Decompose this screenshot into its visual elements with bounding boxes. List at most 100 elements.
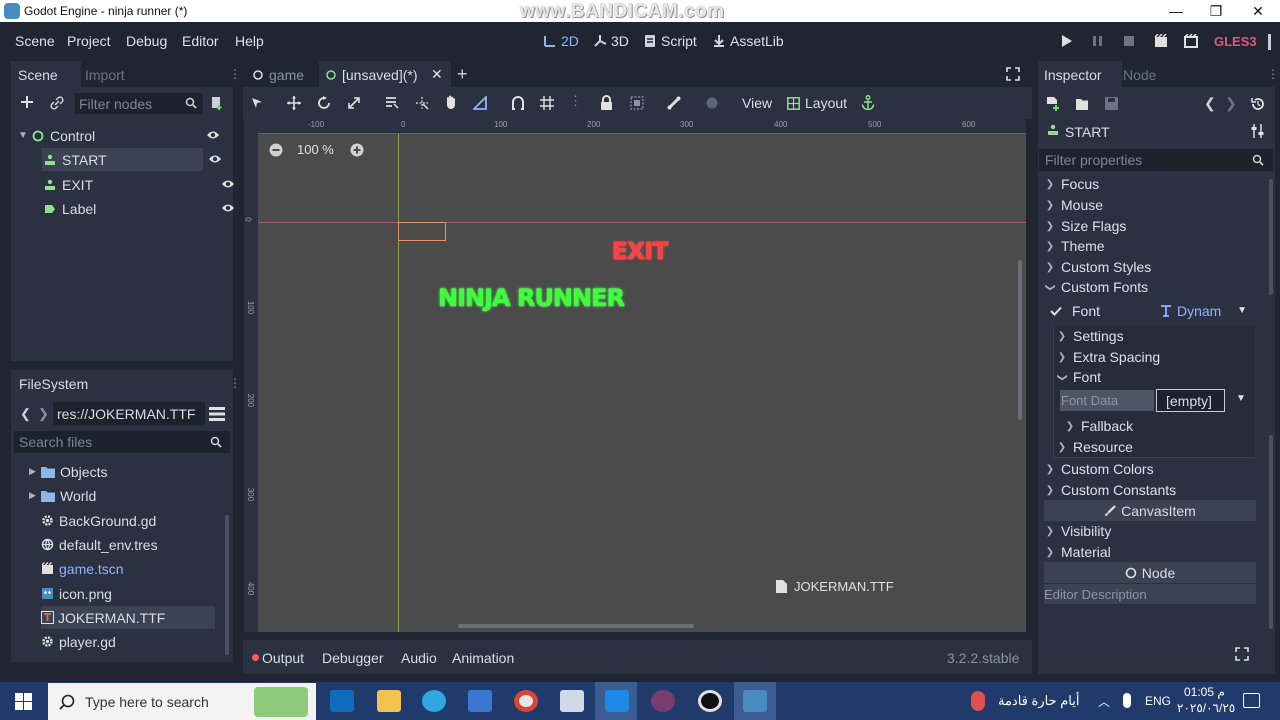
node-header[interactable]: Node bbox=[1044, 562, 1256, 583]
list-select-icon[interactable] bbox=[385, 96, 399, 110]
checkbox-checked-icon[interactable] bbox=[1050, 305, 1062, 317]
taskbar-search-box[interactable]: Type here to search bbox=[48, 683, 316, 720]
renderer-menu-icon[interactable] bbox=[1268, 34, 1271, 50]
fs-file-player-gd[interactable]: player.gd bbox=[41, 630, 243, 653]
rotate-tool-icon[interactable] bbox=[317, 96, 331, 110]
section-size-flags[interactable]: ❯ Size Flags bbox=[1044, 216, 1256, 236]
save-icon[interactable] bbox=[1105, 97, 1118, 110]
font-sub-font[interactable]: ❯ Font bbox=[1056, 367, 1252, 387]
visibility-eye-icon[interactable] bbox=[208, 153, 222, 165]
section-focus[interactable]: ❯ Focus bbox=[1044, 174, 1256, 194]
font-sub-extra-spacing[interactable]: ❯ Extra Spacing bbox=[1056, 347, 1252, 367]
clock-date[interactable]: ٢٠٢٥/٠٦/٢٥ bbox=[1177, 701, 1235, 715]
expand-icon[interactable]: ▶ bbox=[29, 490, 41, 501]
tree-node-label[interactable]: Label bbox=[42, 197, 238, 220]
section-custom-constants[interactable]: ❯ Custom Constants bbox=[1044, 480, 1256, 500]
start-button-selection[interactable] bbox=[398, 222, 446, 241]
tab-import[interactable]: Import bbox=[85, 67, 125, 83]
grid-snap-icon[interactable] bbox=[540, 96, 554, 110]
tray-chevron-icon[interactable]: ︿ bbox=[1098, 693, 1110, 710]
scale-tool-icon[interactable] bbox=[347, 96, 361, 110]
menu-editor[interactable]: Editor bbox=[182, 33, 219, 49]
clock-time[interactable]: 01:05 م bbox=[1184, 685, 1225, 699]
path-field[interactable]: res://JOKERMAN.TTF bbox=[53, 402, 205, 425]
file-explorer-icon[interactable] bbox=[377, 690, 401, 712]
snap-options-icon[interactable]: ⋮ bbox=[569, 93, 582, 109]
tree-node-exit[interactable]: EXIT bbox=[42, 173, 238, 196]
minimize-button[interactable]: — bbox=[1154, 0, 1198, 22]
pan-tool-icon[interactable] bbox=[444, 95, 458, 110]
play-custom-scene-icon[interactable] bbox=[1184, 34, 1202, 50]
history-icon[interactable] bbox=[1251, 97, 1265, 111]
script-attach-icon[interactable] bbox=[210, 96, 224, 110]
new-resource-icon[interactable] bbox=[1047, 97, 1060, 111]
open-folder-icon[interactable] bbox=[1076, 98, 1090, 110]
play-scene-icon[interactable] bbox=[1154, 34, 1172, 50]
dock-menu-icon[interactable]: ⋮ bbox=[1267, 67, 1279, 81]
add-tab-icon[interactable]: + bbox=[457, 64, 468, 85]
fs-file-background-gd[interactable]: BackGround.gd bbox=[41, 509, 243, 532]
close-tab-icon[interactable]: ✕ bbox=[431, 66, 443, 83]
section-custom-styles[interactable]: ❯ Custom Styles bbox=[1044, 257, 1256, 277]
tab-filesystem[interactable]: FileSystem bbox=[19, 376, 88, 392]
split-mode-icon[interactable] bbox=[209, 407, 225, 421]
fs-file-icon-png[interactable]: icon.png bbox=[41, 582, 243, 605]
move-tool-icon[interactable] bbox=[287, 96, 301, 110]
windows-start-icon[interactable] bbox=[15, 693, 32, 710]
search-files-input[interactable] bbox=[14, 431, 200, 453]
view-menu[interactable]: View bbox=[742, 95, 772, 111]
inspector-scrollbar[interactable] bbox=[1269, 179, 1273, 295]
weather-text[interactable]: أيام حارة قادمة bbox=[998, 693, 1079, 709]
layout-menu[interactable]: Layout bbox=[787, 95, 847, 111]
language-indicator[interactable]: ENG bbox=[1145, 694, 1171, 708]
link-icon[interactable] bbox=[50, 96, 64, 110]
notifications-icon[interactable] bbox=[1243, 693, 1260, 708]
menu-help[interactable]: Help bbox=[235, 33, 264, 49]
skeleton-options-icon[interactable] bbox=[705, 96, 719, 110]
workspace-script-button[interactable]: Script bbox=[643, 33, 697, 49]
renderer-label[interactable]: GLES3 bbox=[1214, 34, 1257, 49]
outlook-icon[interactable] bbox=[330, 690, 354, 712]
bandicam-app-icon[interactable] bbox=[605, 690, 629, 712]
section-material[interactable]: ❯ Material bbox=[1044, 542, 1256, 562]
select-tool-icon[interactable] bbox=[251, 97, 263, 109]
tab-scene[interactable]: Scene bbox=[18, 67, 58, 83]
add-node-icon[interactable] bbox=[20, 95, 34, 109]
expand-bottom-icon[interactable] bbox=[1235, 647, 1249, 661]
fs-folder-objects[interactable]: ▶ Objects bbox=[29, 460, 231, 483]
font-data-field[interactable]: [empty] bbox=[1156, 389, 1225, 412]
anchor-icon[interactable] bbox=[861, 95, 875, 110]
chrome-icon[interactable] bbox=[514, 690, 538, 712]
section-theme[interactable]: ❯ Theme bbox=[1044, 236, 1256, 256]
edge-icon[interactable] bbox=[422, 690, 446, 712]
bone-tool-icon[interactable] bbox=[667, 96, 681, 110]
viewport-v-scrollbar[interactable] bbox=[1018, 260, 1022, 420]
zoom-in-icon[interactable] bbox=[350, 143, 364, 157]
record-icon[interactable] bbox=[698, 690, 722, 712]
ruler-tool-icon[interactable] bbox=[473, 96, 487, 110]
visibility-eye-icon[interactable] bbox=[221, 202, 235, 214]
tab-game[interactable]: game bbox=[253, 67, 304, 83]
godot-taskbar-icon[interactable] bbox=[743, 690, 767, 712]
smart-snap-icon[interactable] bbox=[511, 96, 525, 110]
object-properties-icon[interactable] bbox=[1251, 124, 1264, 138]
lock-icon[interactable] bbox=[600, 95, 613, 110]
pause-icon[interactable] bbox=[1092, 34, 1110, 50]
dock-menu-icon[interactable]: ⋮ bbox=[229, 376, 241, 390]
collapse-icon[interactable]: ▼ bbox=[18, 130, 30, 141]
zoom-level[interactable]: 100 % bbox=[297, 142, 334, 157]
group-icon[interactable] bbox=[630, 96, 644, 110]
microphone-icon[interactable] bbox=[1123, 693, 1131, 708]
tab-unsaved[interactable]: [unsaved](*) bbox=[326, 67, 417, 83]
fs-folder-world[interactable]: ▶ World bbox=[29, 484, 231, 507]
workspace-assetlib-button[interactable]: AssetLib bbox=[712, 33, 784, 49]
editor-description-label[interactable]: Editor Description bbox=[1044, 584, 1256, 604]
font-sub-fallback[interactable]: ❯ Fallback bbox=[1064, 416, 1252, 436]
tab-output[interactable]: Output bbox=[262, 650, 304, 666]
section-custom-colors[interactable]: ❯ Custom Colors bbox=[1044, 459, 1256, 479]
workspace-3d-button[interactable]: 3D bbox=[593, 33, 629, 49]
font-resource-field[interactable]: Dynam ▼ bbox=[1156, 300, 1253, 321]
distraction-free-icon[interactable] bbox=[1006, 67, 1020, 81]
notepad-icon[interactable] bbox=[560, 690, 584, 712]
tab-animation[interactable]: Animation bbox=[452, 650, 514, 666]
